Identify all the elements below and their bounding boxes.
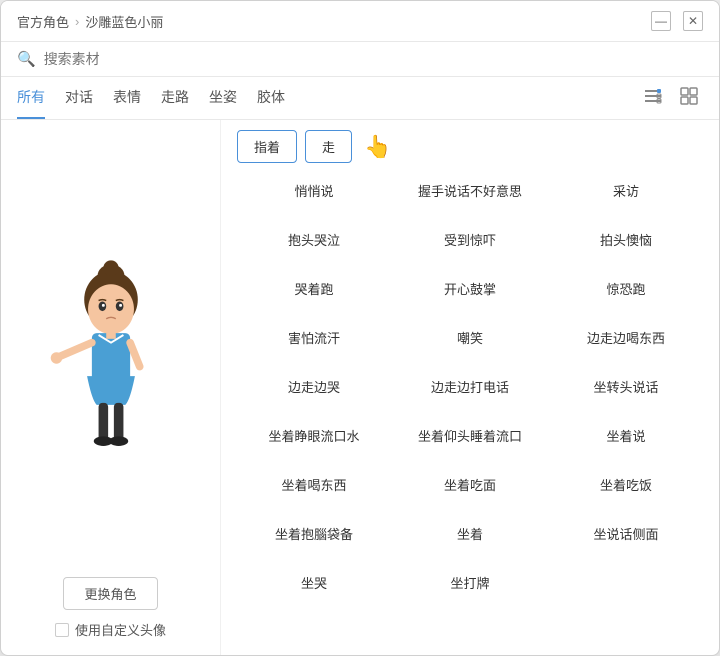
action-item[interactable]: 坐转头说话 <box>549 363 703 410</box>
search-bar: 🔍 <box>1 42 719 77</box>
view-toggles <box>639 84 703 112</box>
tab-all[interactable]: 所有 <box>17 77 45 119</box>
actions-grid: 指着 走 👆 <box>237 130 703 167</box>
action-item[interactable]: 惊恐跑 <box>549 265 703 312</box>
tab-expression[interactable]: 表情 <box>113 77 141 119</box>
search-input[interactable] <box>44 51 244 67</box>
custom-avatar-label: 使用自定义头像 <box>75 620 166 639</box>
action-item[interactable]: 边走边喝东西 <box>549 314 703 361</box>
filter-chip-pointing[interactable]: 指着 <box>237 130 297 163</box>
action-item[interactable]: 坐说话侧面 <box>549 510 703 557</box>
tab-walk[interactable]: 走路 <box>161 77 189 119</box>
main-content: 更换角色 使用自定义头像 指着 走 � <box>1 120 719 655</box>
action-item[interactable]: 坐着吃饭 <box>549 461 703 508</box>
minimize-button[interactable]: — <box>651 11 671 31</box>
change-character-button[interactable]: 更换角色 <box>63 577 157 610</box>
action-item[interactable]: 坐哭 <box>237 559 391 606</box>
action-item[interactable]: 坐着吃面 <box>393 461 547 508</box>
character-figure <box>36 247 186 467</box>
breadcrumb-current: 沙雕蓝色小丽 <box>85 12 163 31</box>
character-image <box>36 136 186 577</box>
action-item[interactable]: 握手说话不好意思 <box>393 167 547 214</box>
action-item[interactable]: 抱头哭泣 <box>237 216 391 263</box>
action-item[interactable]: 拍头懊恼 <box>549 216 703 263</box>
title-actions: — ✕ <box>651 11 703 31</box>
action-item[interactable]: 悄悄说 <box>237 167 391 214</box>
custom-avatar-option[interactable]: 使用自定义头像 <box>55 620 166 639</box>
search-icon: 🔍 <box>17 50 36 68</box>
custom-avatar-checkbox[interactable] <box>55 623 69 637</box>
action-item[interactable]: 坐着 <box>393 510 547 557</box>
list-view-icon <box>643 86 663 111</box>
action-item[interactable]: 害怕流汗 <box>237 314 391 361</box>
grid-view-icon <box>679 86 699 111</box>
tab-body[interactable]: 胶体 <box>257 77 285 119</box>
title-bar: 官方角色 › 沙雕蓝色小丽 — ✕ <box>1 1 719 42</box>
actions-container: 悄悄说握手说话不好意思采访抱头哭泣受到惊吓拍头懊恼哭着跑开心鼓掌惊恐跑害怕流汗嘲… <box>237 167 703 606</box>
action-item[interactable]: 嘲笑 <box>393 314 547 361</box>
action-item[interactable]: 坐着抱腦袋备 <box>237 510 391 557</box>
breadcrumb-separator: › <box>75 14 79 29</box>
action-item[interactable]: 哭着跑 <box>237 265 391 312</box>
breadcrumb: 官方角色 › 沙雕蓝色小丽 <box>17 12 651 31</box>
cursor-pointer-icon: 👆 <box>364 134 391 160</box>
action-item[interactable]: 边走边打电话 <box>393 363 547 410</box>
action-item[interactable]: 坐着睁眼流口水 <box>237 412 391 459</box>
tab-dialog[interactable]: 对话 <box>65 77 93 119</box>
left-panel: 更换角色 使用自定义头像 <box>1 120 221 655</box>
list-view-button[interactable] <box>639 84 667 112</box>
action-item[interactable]: 采访 <box>549 167 703 214</box>
action-item[interactable]: 坐打牌 <box>393 559 547 606</box>
tabs-bar: 所有 对话 表情 走路 坐姿 胶体 <box>1 77 719 120</box>
right-panel[interactable]: 指着 走 👆 悄悄说握手说话不好意思采访抱头哭泣受到惊吓拍头懊恼哭着跑开心鼓掌惊… <box>221 120 719 655</box>
tab-posture[interactable]: 坐姿 <box>209 77 237 119</box>
breadcrumb-root: 官方角色 <box>17 12 69 31</box>
minimize-icon: — <box>655 14 667 28</box>
filter-chip-walk[interactable]: 走 <box>305 130 352 163</box>
close-button[interactable]: ✕ <box>683 11 703 31</box>
app-window: 官方角色 › 沙雕蓝色小丽 — ✕ 🔍 所有 对话 表情 走路 <box>0 0 720 656</box>
filter-row: 指着 走 👆 <box>237 130 703 163</box>
action-item[interactable]: 坐着喝东西 <box>237 461 391 508</box>
action-item[interactable]: 边走边哭 <box>237 363 391 410</box>
action-item[interactable]: 坐着说 <box>549 412 703 459</box>
action-item[interactable]: 开心鼓掌 <box>393 265 547 312</box>
action-item[interactable]: 坐着仰头睡着流口 <box>393 412 547 459</box>
grid-view-button[interactable] <box>675 84 703 112</box>
close-icon: ✕ <box>688 14 698 28</box>
action-item[interactable]: 受到惊吓 <box>393 216 547 263</box>
